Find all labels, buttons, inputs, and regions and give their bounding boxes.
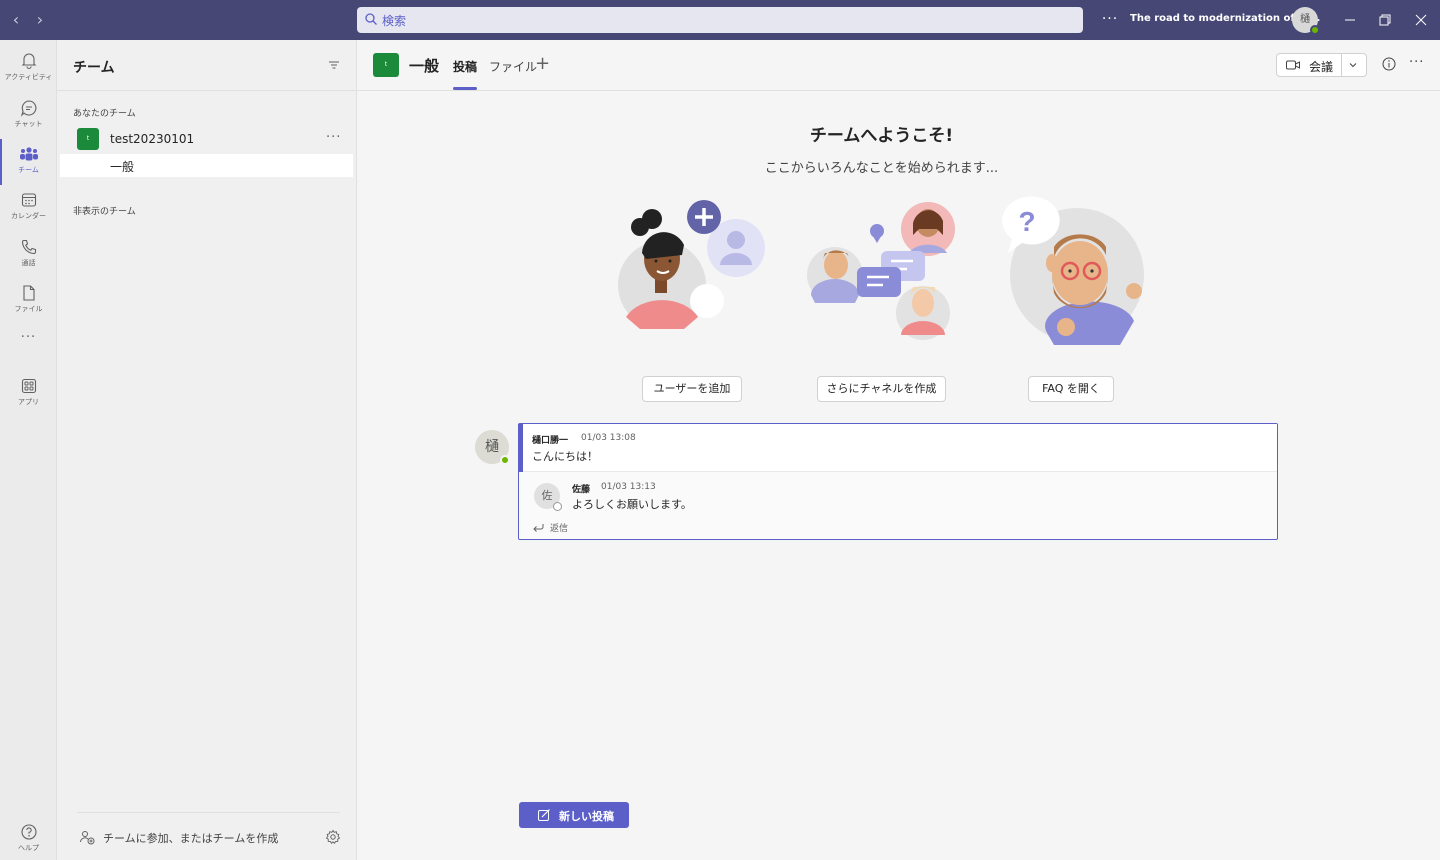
panel-title: チーム <box>73 60 115 76</box>
rail-teams[interactable]: チーム <box>0 139 57 185</box>
header-more-button[interactable]: ··· <box>1409 55 1424 70</box>
tab-files[interactable]: ファイル <box>489 58 537 75</box>
filter-icon[interactable] <box>327 58 341 72</box>
join-team-icon[interactable] <box>79 829 95 845</box>
rail-more[interactable]: ··· <box>0 330 57 376</box>
gear-icon[interactable] <box>325 829 341 845</box>
search-placeholder: 検索 <box>382 14 407 28</box>
back-arrow-icon[interactable]: ‹ <box>6 10 26 30</box>
minimize-icon[interactable] <box>1340 10 1360 30</box>
hidden-teams-label[interactable]: 非表示のチーム <box>73 204 136 217</box>
add-people-illustration <box>618 200 765 329</box>
message-text: こんにちは！ <box>532 450 598 463</box>
message-time: 01/03 13:08 <box>581 433 636 443</box>
channel-name: 一般 <box>110 160 135 174</box>
bell-icon <box>21 53 36 70</box>
presence-available-icon <box>1310 25 1320 35</box>
channel-avatar: t <box>373 53 399 77</box>
file-icon <box>22 285 35 301</box>
conversation-thread[interactable]: 樋口勝一 01/03 13:08 こんにちは！ 佐 佐藤 01/03 13:13… <box>518 423 1278 540</box>
forward-arrow-icon[interactable]: › <box>30 10 50 30</box>
reply-text: よろしくお願いします。 <box>572 498 692 511</box>
root-message[interactable]: 樋口勝一 01/03 13:08 こんにちは！ <box>519 424 1277 472</box>
join-or-create-team-link[interactable]: チームに参加、またはチームを作成 <box>103 830 278 846</box>
chat-icon <box>20 100 36 117</box>
channel-main: t 一般 投稿 ファイル + 会議 ··· チームへようこそ! ここからいろんな… <box>357 40 1440 860</box>
meet-button[interactable]: 会議 <box>1276 53 1367 77</box>
avatar[interactable]: 樋 <box>475 430 510 465</box>
channel-item-general[interactable]: 一般 <box>60 154 353 177</box>
open-faq-button[interactable]: FAQ を開く <box>1028 376 1114 402</box>
presence-available-icon <box>500 455 510 465</box>
team-item[interactable]: t test20230101 ··· <box>60 126 353 154</box>
rail-help[interactable]: ヘルプ <box>0 817 57 860</box>
tab-posts[interactable]: 投稿 <box>453 58 477 75</box>
search-box[interactable]: 検索 <box>357 7 1083 33</box>
profile-avatar[interactable]: 樋 <box>1292 7 1320 35</box>
add-tab-button[interactable]: + <box>535 53 550 74</box>
video-camera-icon <box>1286 60 1300 70</box>
settings-more-button[interactable]: ··· <box>1100 10 1120 30</box>
rail-calls[interactable]: 通話 <box>0 232 57 278</box>
more-icon: ··· <box>20 330 37 345</box>
team-name: test20230101 <box>110 132 195 146</box>
avatar[interactable]: 佐 <box>534 483 562 511</box>
restore-icon[interactable] <box>1375 10 1395 30</box>
rail-files[interactable]: ファイル <box>0 278 57 324</box>
divider <box>77 812 340 813</box>
chevron-down-icon[interactable] <box>1348 60 1358 70</box>
close-icon[interactable] <box>1411 10 1431 30</box>
team-avatar: t <box>77 128 99 150</box>
app-rail: アクティビティ チャット チーム カレンダー 通話 ファイル ··· アプリ ヘ… <box>0 40 57 860</box>
rail-chat[interactable]: チャット <box>0 93 57 139</box>
rail-apps[interactable]: アプリ <box>0 371 57 417</box>
presence-offline-icon <box>553 502 562 511</box>
teams-panel: チーム あなたのチーム t test20230101 ··· 一般 非表示のチー… <box>57 40 357 860</box>
create-channel-button[interactable]: さらにチャネルを作成 <box>817 376 946 402</box>
team-more-button[interactable]: ··· <box>326 130 341 145</box>
phone-icon <box>21 239 36 255</box>
rail-calendar[interactable]: カレンダー <box>0 185 57 231</box>
faq-illustration: ? <box>1002 196 1144 345</box>
your-teams-label: あなたのチーム <box>73 109 136 119</box>
message-author: 樋口勝一 <box>532 436 569 446</box>
welcome-subtitle: ここからいろんなことを始められます... <box>764 161 999 176</box>
svg-text:?: ? <box>1018 206 1035 237</box>
search-icon <box>365 13 377 25</box>
apps-icon <box>21 378 36 394</box>
create-channel-illustration <box>807 202 955 340</box>
channel-header: t 一般 投稿 ファイル + 会議 ··· <box>357 40 1440 91</box>
reply-time: 01/03 13:13 <box>601 482 656 492</box>
reply-link[interactable]: 返信 <box>550 521 568 534</box>
info-icon[interactable] <box>1382 57 1396 71</box>
divider <box>57 90 357 91</box>
reply-arrow-icon[interactable] <box>532 522 544 532</box>
add-user-button[interactable]: ユーザーを追加 <box>642 376 742 402</box>
welcome-title: チームへようこそ! <box>809 126 954 146</box>
reply-author: 佐藤 <box>572 485 591 495</box>
channel-title: 一般 <box>409 57 440 75</box>
active-tab-indicator <box>453 87 477 90</box>
rail-activity[interactable]: アクティビティ <box>0 46 57 92</box>
help-icon <box>20 824 37 840</box>
compose-icon <box>538 809 550 821</box>
title-bar: ‹ › 検索 ··· The road to modernization of … <box>0 0 1440 40</box>
teams-icon <box>19 147 38 161</box>
new-post-button[interactable]: 新しい投稿 <box>519 802 629 828</box>
calendar-icon <box>21 193 36 207</box>
